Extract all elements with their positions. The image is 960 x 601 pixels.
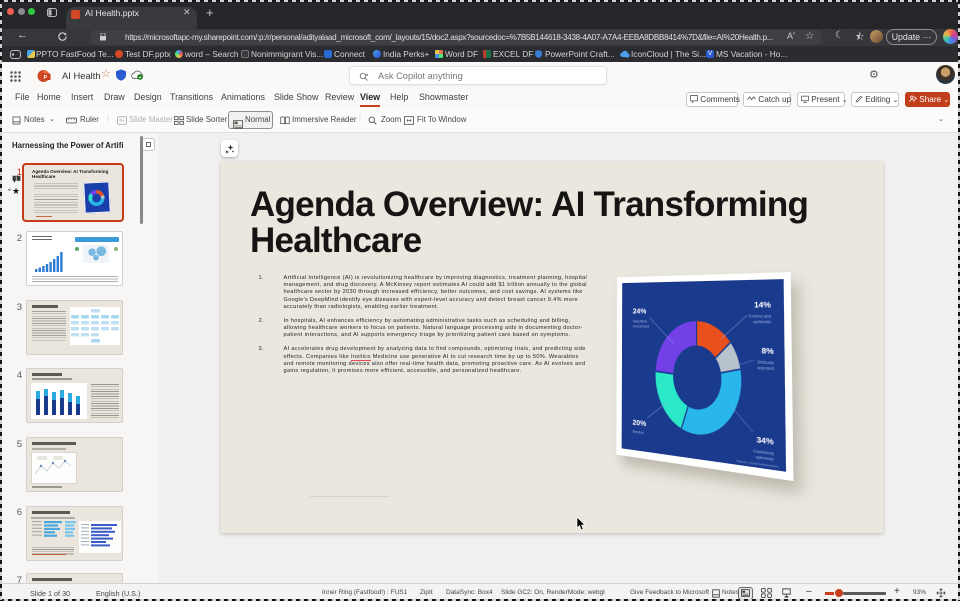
svg-text:optimistic: optimistic — [753, 318, 772, 324]
svg-text:20%: 20% — [633, 419, 647, 429]
svg-text:8%: 8% — [761, 347, 774, 357]
svg-text:24%: 24% — [633, 308, 647, 316]
svg-text:optimistic: optimistic — [755, 454, 774, 463]
svg-text:P: P — [44, 75, 48, 81]
svg-text:Neutral: Neutral — [633, 428, 645, 435]
svg-text:concerned: concerned — [633, 323, 650, 329]
svg-text:opposed: opposed — [757, 364, 775, 371]
svg-text:1: 1 — [15, 177, 18, 183]
svg-text:14%: 14% — [754, 301, 771, 310]
svg-text:34%: 34% — [756, 436, 774, 448]
